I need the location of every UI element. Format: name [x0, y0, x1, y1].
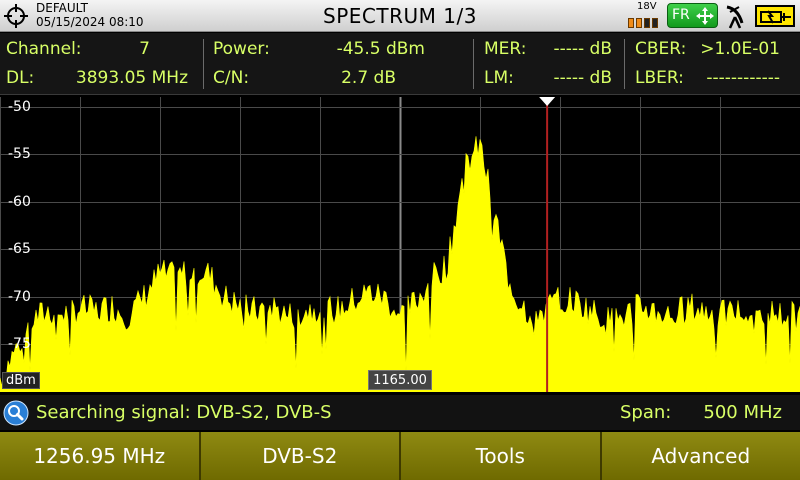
- status-bar: Searching signal: DVB-S2, DVB-S Span: 50…: [0, 395, 800, 430]
- span-value[interactable]: 500 MHz: [672, 402, 782, 423]
- lnb-level-bar: [652, 18, 658, 28]
- lnb-voltage: 18V: [637, 1, 657, 12]
- spectrum-chart[interactable]: [0, 97, 800, 392]
- tools-softkey[interactable]: Tools: [401, 432, 602, 480]
- search-icon: [3, 400, 29, 426]
- cber-label: CBER:: [635, 39, 687, 59]
- lnb-power-indicator[interactable]: 18V: [627, 1, 661, 30]
- battery-plug-icon: [760, 10, 791, 24]
- band-label: FR: [672, 7, 690, 23]
- y-tick-label: -75: [8, 336, 31, 353]
- y-tick-label: -65: [8, 241, 31, 258]
- dl-label: DL:: [6, 68, 35, 88]
- band-selector-badge[interactable]: FR: [667, 3, 718, 28]
- arrows-move-icon: [696, 7, 714, 25]
- mer-label: MER:: [484, 39, 527, 59]
- lm-value: ----- dB: [553, 68, 612, 88]
- dl-value: 3893.05 MHz: [75, 68, 188, 88]
- cber-value: >1.0E-01: [700, 39, 780, 59]
- frequency-marker-arrow: [539, 97, 556, 106]
- y-tick-label: -60: [8, 193, 31, 210]
- divider: [473, 39, 474, 89]
- y-tick-label: -50: [8, 98, 31, 115]
- cn-value: 2.7 dB: [341, 68, 396, 88]
- y-unit-label: dBm: [2, 372, 40, 389]
- standard-softkey[interactable]: DVB-S2: [200, 432, 401, 480]
- lber-label: LBER:: [635, 68, 684, 88]
- advanced-softkey[interactable]: Advanced: [601, 432, 800, 480]
- battery-status[interactable]: [755, 5, 795, 27]
- lnb-level-bar: [644, 18, 650, 28]
- softkey-bar: 1256.95 MHz DVB-S2 Tools Advanced: [0, 432, 800, 480]
- divider: [624, 39, 625, 89]
- y-tick-label: -55: [8, 146, 31, 163]
- center-frequency-label[interactable]: 1165.00: [368, 370, 432, 390]
- span-label: Span:: [620, 402, 672, 423]
- lber-value: ------------: [706, 68, 780, 88]
- cn-label: C/N:: [213, 68, 250, 88]
- mer-value: ----- dB: [553, 39, 612, 59]
- divider: [203, 39, 204, 89]
- power-value: -45.5 dBm: [336, 39, 425, 59]
- power-label: Power:: [213, 39, 270, 59]
- lnb-level-bar: [628, 18, 634, 28]
- spectrum-plot[interactable]: -50 -55 -60 -65 -70 -75 dBm 1165.00: [0, 97, 800, 392]
- lnb-level-bar: [636, 18, 642, 28]
- channel-value[interactable]: 7: [120, 39, 150, 59]
- channel-label: Channel:: [6, 39, 82, 59]
- top-status-bar: DEFAULT 05/15/2024 08:10 SPECTRUM 1/3 18…: [0, 0, 800, 32]
- y-tick-label: -70: [8, 288, 31, 305]
- satellite-dish-icon[interactable]: [724, 3, 748, 29]
- lm-label: LM:: [484, 68, 514, 88]
- measurement-panel: Channel: 7 DL: 3893.05 MHz Power: -45.5 …: [0, 33, 800, 95]
- frequency-softkey[interactable]: 1256.95 MHz: [0, 432, 201, 480]
- status-message: Searching signal: DVB-S2, DVB-S: [36, 402, 332, 423]
